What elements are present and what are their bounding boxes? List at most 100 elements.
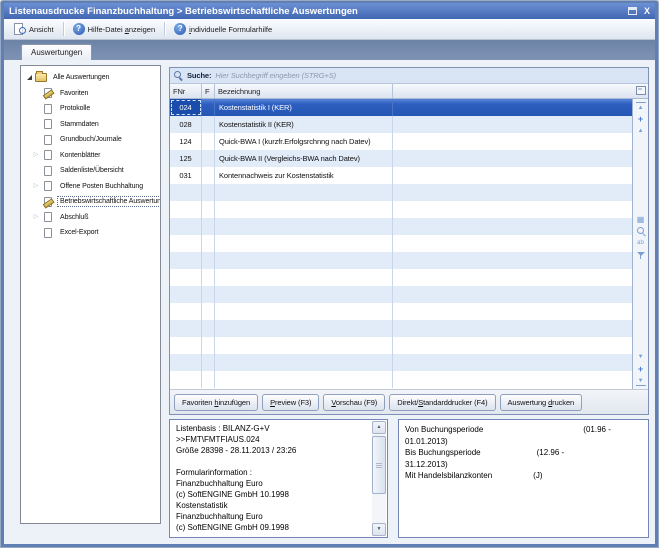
- expander-closed-icon[interactable]: ▷: [31, 152, 41, 158]
- cell-bezeichnung: Kostenstatistik I (KER): [215, 99, 393, 116]
- cell-bezeichnung: Quick-BWA II (Vergleichs-BWA nach Datev): [215, 150, 393, 167]
- table-row-empty[interactable]: [170, 201, 632, 218]
- tree-item-excel-export[interactable]: Excel-Export: [31, 225, 160, 241]
- search-placeholder: Hier Suchbegriff eingeben (STRG+S): [215, 71, 336, 80]
- info-line: (c) SoftENGINE GmbH 10.1998: [176, 489, 372, 500]
- title-bar: Listenausdrucke Finanzbuchhaltung > Betr…: [4, 3, 655, 19]
- table-row-empty[interactable]: [170, 286, 632, 303]
- cell-f: [202, 269, 215, 286]
- table-row-124[interactable]: 124Quick-BWA I (kurzfr.Erfolgsrchnng nac…: [170, 133, 632, 150]
- cell-bezeichnung: [215, 371, 393, 388]
- tree-item-betriebswirtschaftliche-auswertungen[interactable]: Betriebswirtschaftliche Auswertungen: [31, 194, 160, 210]
- edit-icon[interactable]: [636, 238, 646, 248]
- column-header-filler[interactable]: [393, 84, 648, 98]
- scroll-thumb[interactable]: [372, 436, 386, 494]
- preview-f3-button[interactable]: Preview (F3): [262, 394, 319, 411]
- search-bar[interactable]: Suche: Hier Suchbegriff eingeben (STRG+S…: [170, 68, 648, 84]
- cell-fnr: [170, 286, 202, 303]
- cell-fnr: [170, 303, 202, 320]
- period-label: Mit Handelsbilanzkonten: [405, 470, 492, 482]
- down-icon[interactable]: [636, 352, 646, 362]
- cell-f: [202, 116, 215, 133]
- first-icon[interactable]: [636, 102, 646, 112]
- cell-filler: [393, 150, 632, 167]
- tree-item-kontenbl-tter[interactable]: ▷Kontenblätter: [31, 148, 160, 164]
- cell-f: [202, 303, 215, 320]
- tree-item-label: Alle Auswertungen: [50, 72, 112, 83]
- tree-item-alle-auswertungen[interactable]: Alle Auswertungen: [24, 70, 160, 86]
- info-scrollbar[interactable]: ▲ ▼: [372, 421, 386, 536]
- table-row-empty[interactable]: [170, 320, 632, 337]
- table-row-empty[interactable]: [170, 218, 632, 235]
- last-icon[interactable]: [636, 376, 646, 386]
- tree-item-offene-posten-buchhaltung[interactable]: ▷Offene Posten Buchhaltung: [31, 179, 160, 195]
- favoriten-hinzuf-gen-button[interactable]: Favoriten hinzufügen: [174, 394, 258, 411]
- table-row-empty[interactable]: [170, 371, 632, 388]
- table-side-toolbar: [632, 99, 648, 389]
- tree-item-abschlu[interactable]: ▷Abschluß: [31, 210, 160, 226]
- table-row-031[interactable]: 031Kontennachweis zur Kostenstatistik: [170, 167, 632, 184]
- toolbar-button-individuelle-formularhilfe[interactable]: individuelle Formularhilfe: [168, 21, 278, 37]
- auswertung-drucken-button[interactable]: Auswertung drucken: [500, 394, 583, 411]
- table-row-125[interactable]: 125Quick-BWA II (Vergleichs-BWA nach Dat…: [170, 150, 632, 167]
- table-row-empty[interactable]: [170, 235, 632, 252]
- table-header: FNrFBezeichnung: [170, 84, 648, 99]
- info-line: [176, 456, 372, 467]
- expander-open-icon[interactable]: [24, 75, 34, 80]
- table-row-empty[interactable]: [170, 337, 632, 354]
- period-line: Bis Buchungsperiode(12.96 -: [405, 447, 642, 459]
- add-icon[interactable]: [636, 114, 646, 124]
- tree-item-saldenliste-bersicht[interactable]: Saldenliste/Übersicht: [31, 163, 160, 179]
- tab-auswertungen[interactable]: Auswertungen: [21, 44, 92, 60]
- tab-label: Auswertungen: [31, 48, 82, 57]
- tree-item-grundbuch-journale[interactable]: Grundbuch/Journale: [31, 132, 160, 148]
- column-header-bezeichnung[interactable]: Bezeichnung: [215, 84, 393, 98]
- cell-bezeichnung: Quick-BWA I (kurzfr.Erfolgsrchnng nach D…: [215, 133, 393, 150]
- expander-closed-icon[interactable]: ▷: [31, 183, 41, 189]
- page-icon: [41, 135, 54, 145]
- restore-window-icon[interactable]: [628, 7, 637, 15]
- cell-fnr: [170, 269, 202, 286]
- table-row-empty[interactable]: [170, 269, 632, 286]
- cell-filler: [393, 167, 632, 184]
- filter-icon[interactable]: [636, 250, 646, 260]
- cell-bezeichnung: [215, 235, 393, 252]
- add-icon[interactable]: [636, 364, 646, 374]
- side-icon-group-bottom: [633, 352, 648, 386]
- search-icon: [174, 71, 183, 80]
- cell-bezeichnung: [215, 252, 393, 269]
- column-header-f[interactable]: F: [202, 84, 215, 98]
- scroll-down-icon[interactable]: ▼: [372, 523, 386, 536]
- form-info-panel: Listenbasis : BILANZ-G+V>>FMT\FMTFIAUS.0…: [169, 419, 388, 538]
- tree-item-stammdaten[interactable]: Stammdaten: [31, 117, 160, 133]
- vorschau-f9-button[interactable]: Vorschau (F9): [323, 394, 385, 411]
- table-row-empty[interactable]: [170, 354, 632, 371]
- direkt-standarddrucker-f4-button[interactable]: Direkt/Standarddrucker (F4): [389, 394, 495, 411]
- table-row-024[interactable]: 024Kostenstatistik I (KER): [170, 99, 632, 116]
- app-window: Listenausdrucke Finanzbuchhaltung > Betr…: [0, 0, 659, 548]
- scroll-up-icon[interactable]: ▲: [372, 421, 386, 434]
- cell-filler: [393, 269, 632, 286]
- zoom-icon[interactable]: [636, 226, 646, 236]
- grid-icon[interactable]: [636, 214, 646, 224]
- cell-filler: [393, 201, 632, 218]
- column-header-fnr[interactable]: FNr: [170, 84, 202, 98]
- table-row-028[interactable]: 028Kostenstatistik II (KER): [170, 116, 632, 133]
- cell-filler: [393, 303, 632, 320]
- table-row-empty[interactable]: [170, 303, 632, 320]
- toolbar-button-hilfe-datei-anzeigen[interactable]: Hilfe-Datei anzeigen: [67, 21, 162, 37]
- column-options-icon[interactable]: [636, 86, 646, 95]
- table-row-empty[interactable]: [170, 252, 632, 269]
- period-label: Von Buchungsperiode: [405, 424, 483, 436]
- toolbar-button-label: Hilfe-Datei anzeigen: [88, 25, 156, 34]
- cell-f: [202, 320, 215, 337]
- page-icon: [41, 150, 54, 160]
- up-icon[interactable]: [636, 126, 646, 136]
- close-icon[interactable]: X: [644, 6, 650, 16]
- tree-item-protokolle[interactable]: Protokolle: [31, 101, 160, 117]
- cell-f: [202, 252, 215, 269]
- table-row-empty[interactable]: [170, 184, 632, 201]
- toolbar-button-ansicht[interactable]: Ansicht: [8, 21, 60, 37]
- expander-closed-icon[interactable]: ▷: [31, 214, 41, 220]
- tree-item-favoriten[interactable]: Favoriten: [31, 86, 160, 102]
